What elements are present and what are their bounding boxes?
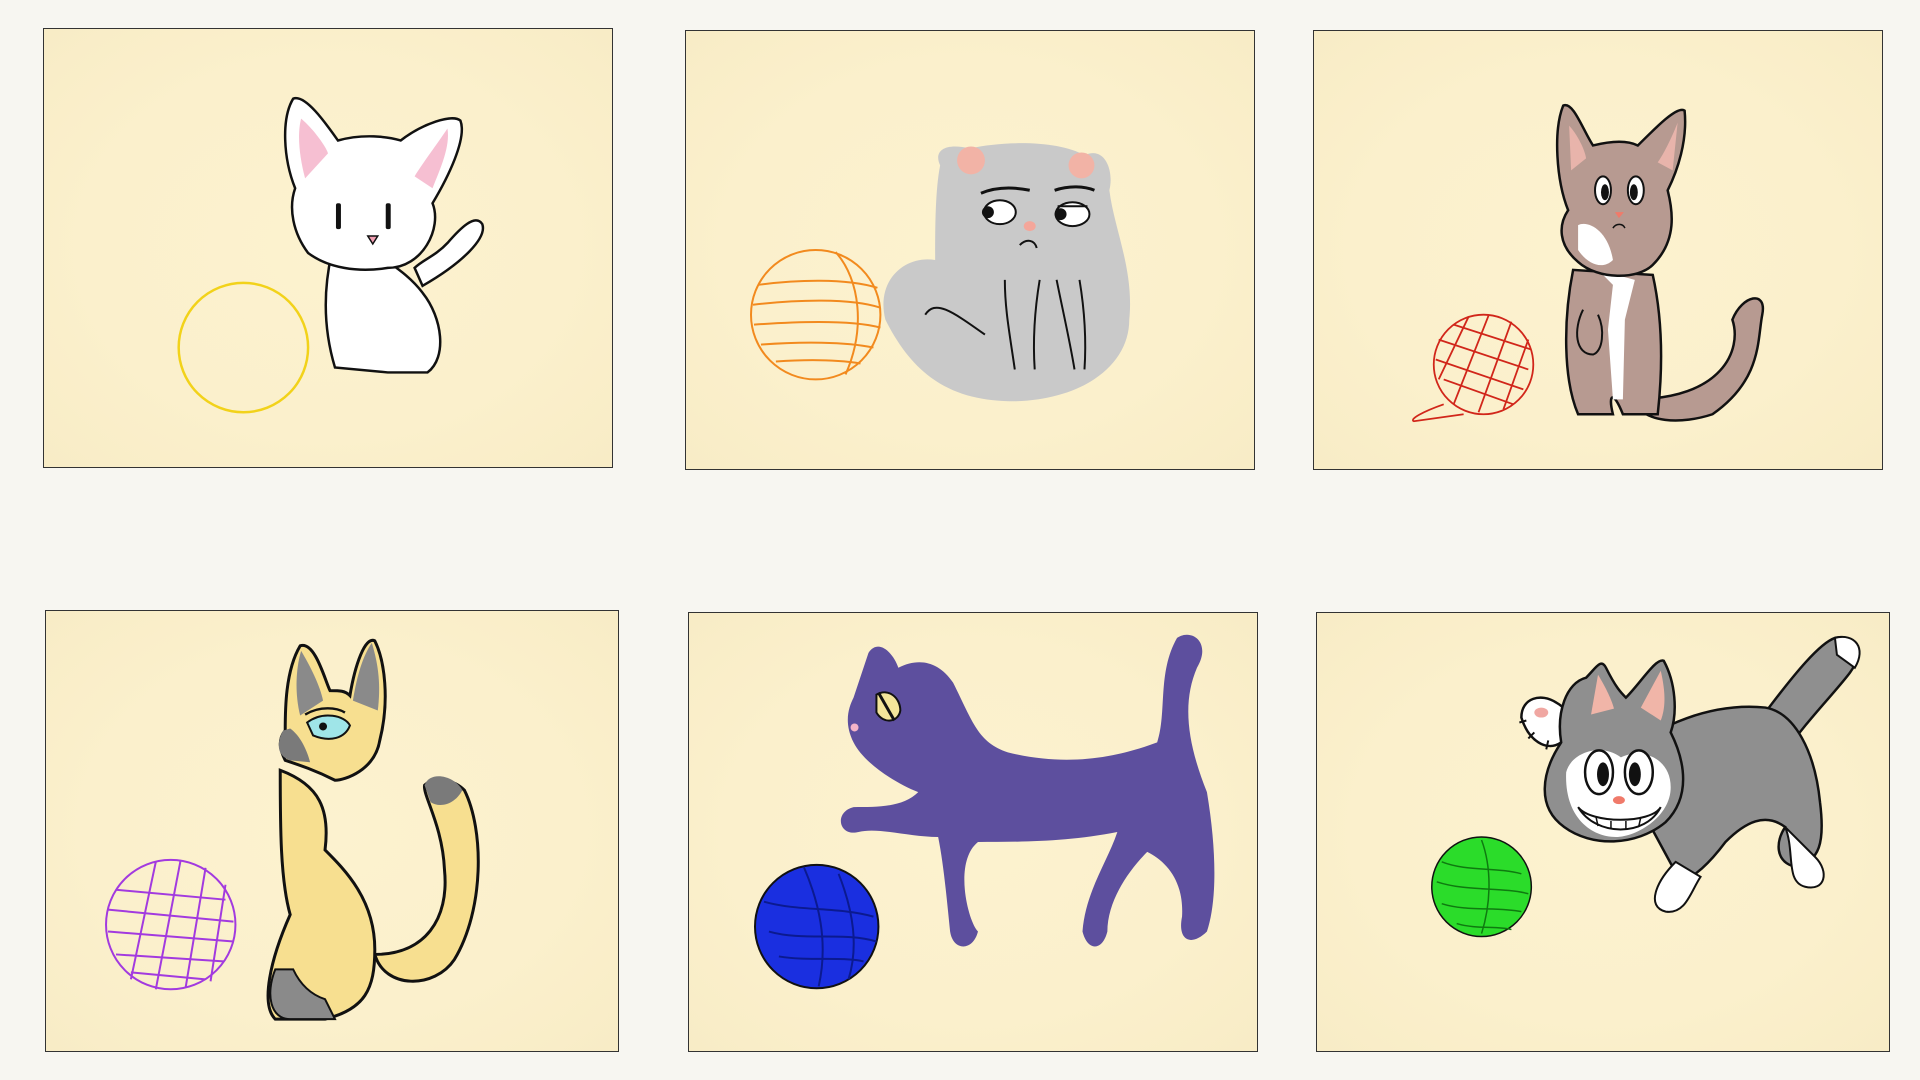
- grey-cat-drawing: [750, 143, 1131, 402]
- purple-cat-panel: [688, 612, 1258, 1052]
- white-cat-left-eye: [335, 203, 341, 230]
- grey-cat-nose: [1023, 221, 1036, 232]
- siamese-cat-drawing: [105, 638, 480, 1021]
- green-yarn-ball: [1431, 836, 1533, 938]
- purple-cat-drawing: [753, 634, 1215, 990]
- white-cat-panel: [43, 28, 613, 468]
- tabby-cat-drawing: [1431, 635, 1861, 938]
- brown-cat-drawing: [1411, 104, 1765, 423]
- brown-cat-head: [1555, 104, 1687, 278]
- yellow-yarn-ball: [177, 281, 310, 414]
- tabby-cat-nose: [1612, 796, 1625, 805]
- orange-yarn-ball: [750, 249, 882, 381]
- tabby-cat-panel: [1316, 612, 1890, 1052]
- grey-cat-panel: [685, 30, 1255, 470]
- grey-cat-left-ear: [957, 146, 985, 175]
- brown-cat-panel: [1313, 30, 1883, 470]
- brown-cat-front-leg: [1576, 309, 1604, 356]
- grey-cat-body: [883, 143, 1131, 402]
- purple-cat-body: [840, 634, 1215, 947]
- purple-yarn-ball: [105, 858, 237, 991]
- white-cat-right-eye: [385, 203, 391, 230]
- siamese-cat-tail: [372, 778, 480, 983]
- purple-cat-nose: [850, 723, 859, 732]
- red-yarn-ball: [1411, 313, 1535, 423]
- blue-yarn-ball: [753, 863, 880, 990]
- grey-cat-right-ear: [1068, 152, 1095, 179]
- white-cat-drawing: [177, 97, 485, 414]
- siamese-cat-panel: [45, 610, 619, 1052]
- siamese-cat-eye: [305, 714, 352, 740]
